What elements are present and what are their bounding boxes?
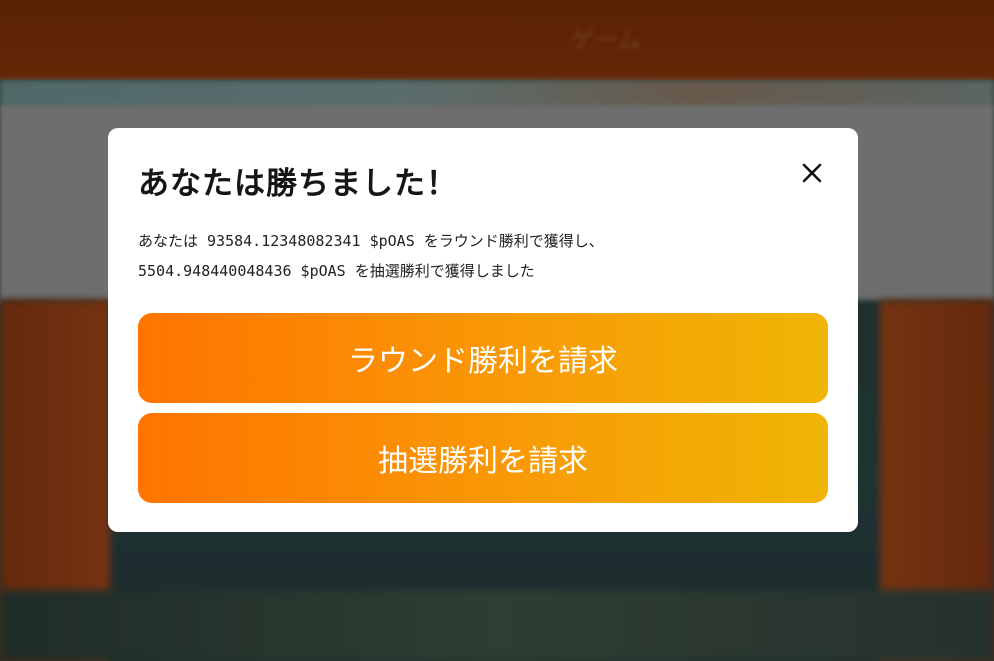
message-line-1: あなたは 93584.12348082341 $pOAS をラウンド勝利で獲得し… xyxy=(138,232,604,250)
close-icon xyxy=(802,163,822,183)
message-line-2: 5504.948440048436 $pOAS を抽選勝利で獲得しました xyxy=(138,262,535,280)
close-button[interactable] xyxy=(798,159,828,189)
claim-lottery-win-button[interactable]: 抽選勝利を請求 xyxy=(138,413,828,503)
modal-title: あなたは勝ちました！ xyxy=(138,166,458,202)
claim-round-win-button[interactable]: ラウンド勝利を請求 xyxy=(138,313,828,403)
win-modal: あなたは勝ちました！ あなたは 93584.12348082341 $pOAS … xyxy=(108,128,858,532)
modal-message: あなたは 93584.12348082341 $pOAS をラウンド勝利で獲得し… xyxy=(138,226,828,286)
